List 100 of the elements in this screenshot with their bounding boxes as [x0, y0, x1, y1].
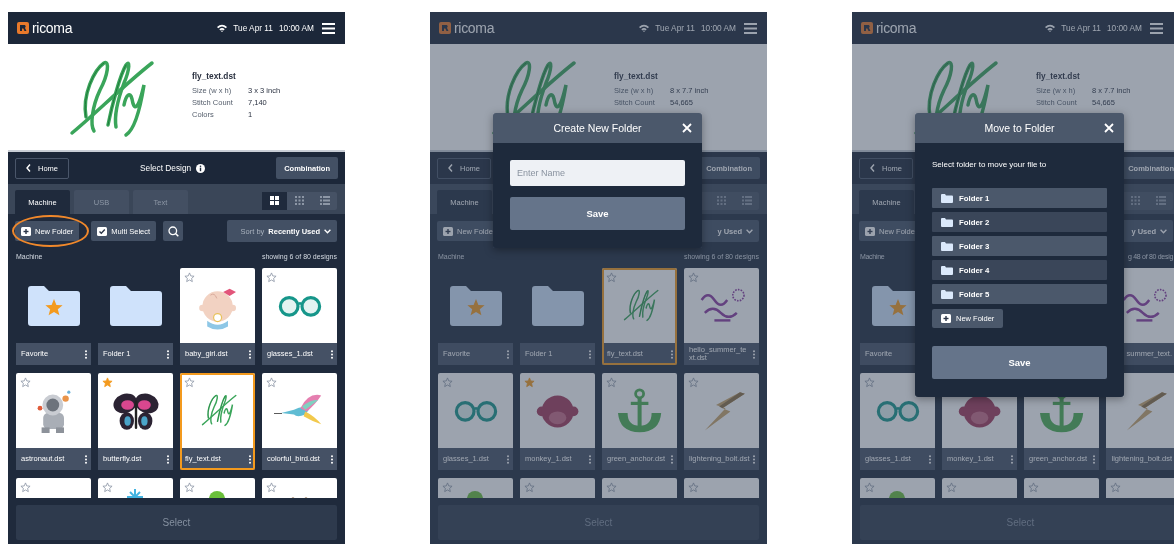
- star-icon[interactable]: [266, 377, 277, 388]
- more-options-icon[interactable]: [670, 349, 674, 359]
- more-options-icon[interactable]: [330, 454, 334, 464]
- search-button[interactable]: [163, 221, 184, 241]
- search-icon: [167, 225, 179, 237]
- file-name: fly_text.dst: [192, 71, 237, 81]
- name-field[interactable]: Enter Name: [510, 160, 685, 186]
- more-options-icon[interactable]: [330, 349, 334, 359]
- checklist-icon: [97, 226, 108, 236]
- list-icon: [741, 196, 752, 205]
- star-icon[interactable]: [102, 377, 113, 388]
- folder-icon: [941, 241, 953, 251]
- more-options-icon[interactable]: [588, 349, 592, 359]
- star-icon[interactable]: [20, 482, 31, 493]
- dialog-title: Move to Folder: [984, 122, 1055, 134]
- folder-icon: [941, 265, 953, 275]
- grid-icon: [717, 196, 726, 205]
- logo-icon: [17, 22, 29, 34]
- folder-plus-icon: [21, 226, 31, 236]
- star-icon[interactable]: [688, 377, 699, 388]
- save-button[interactable]: Save: [932, 346, 1107, 379]
- chevron-down-icon: [1160, 228, 1167, 234]
- star-icon[interactable]: [864, 482, 875, 493]
- folder-icon: [941, 289, 953, 299]
- more-options-icon[interactable]: [1092, 454, 1096, 464]
- star-icon[interactable]: [102, 482, 113, 493]
- info-icon[interactable]: [196, 163, 206, 173]
- chevron-left-icon: [448, 164, 453, 172]
- wifi-icon: [639, 24, 650, 32]
- chevron-down-icon: [324, 228, 331, 234]
- star-icon[interactable]: [688, 272, 699, 283]
- star-icon[interactable]: [606, 377, 617, 388]
- star-icon[interactable]: [524, 377, 535, 388]
- save-button[interactable]: Save: [510, 197, 685, 230]
- more-options-icon[interactable]: [248, 454, 252, 464]
- star-icon[interactable]: [524, 482, 535, 493]
- logo-text: ricoma: [32, 20, 73, 36]
- more-options-icon[interactable]: [928, 454, 932, 464]
- star-icon[interactable]: [606, 482, 617, 493]
- close-icon[interactable]: [1104, 123, 1114, 133]
- star-icon[interactable]: [20, 377, 31, 388]
- star-icon[interactable]: [1028, 482, 1039, 493]
- date-text: Tue Apr 11: [655, 23, 695, 33]
- folder-icon[interactable]: [109, 285, 162, 326]
- tiles-icon: [270, 196, 279, 205]
- chevron-down-icon: [746, 228, 753, 234]
- more-options-icon[interactable]: [84, 349, 88, 359]
- star-icon[interactable]: [606, 272, 617, 283]
- more-options-icon[interactable]: [248, 349, 252, 359]
- close-icon[interactable]: [682, 123, 692, 133]
- more-options-icon[interactable]: [166, 454, 170, 464]
- logo-text: ricoma: [454, 20, 495, 36]
- logo-icon: [439, 22, 451, 34]
- folder-plus-icon: [865, 226, 875, 236]
- list-icon: [1155, 196, 1166, 205]
- dialog-title: Create New Folder: [553, 122, 642, 134]
- file-name: fly_text.dst: [614, 71, 659, 81]
- star-icon[interactable]: [864, 377, 875, 388]
- more-options-icon[interactable]: [588, 454, 592, 464]
- folder-plus-icon: [443, 226, 453, 236]
- star-icon[interactable]: [946, 482, 957, 493]
- star-icon[interactable]: [442, 482, 453, 493]
- more-options-icon[interactable]: [84, 454, 88, 464]
- wifi-icon: [217, 24, 228, 32]
- folder-icon: [941, 193, 953, 203]
- list-icon: [319, 196, 330, 205]
- time-text: 10:00 AM: [1106, 23, 1142, 33]
- more-options-icon[interactable]: [1010, 454, 1014, 464]
- chevron-left-icon: [26, 164, 31, 172]
- folder-icon[interactable]: [27, 285, 80, 326]
- more-options-icon[interactable]: [670, 454, 674, 464]
- time-text: 10:00 AM: [700, 23, 736, 33]
- folder-icon: [941, 217, 953, 227]
- wifi-icon: [1045, 24, 1056, 32]
- folder-plus-icon: [941, 314, 951, 323]
- star-icon[interactable]: [184, 377, 195, 388]
- star-icon[interactable]: [266, 272, 277, 283]
- date-text: Tue Apr 11: [233, 23, 273, 33]
- file-name: fly_text.dst: [1036, 71, 1081, 81]
- time-text: 10:00 AM: [278, 23, 314, 33]
- star-icon[interactable]: [688, 482, 699, 493]
- grid-icon: [1131, 196, 1140, 205]
- grid-icon: [295, 196, 304, 205]
- more-options-icon[interactable]: [752, 349, 756, 359]
- star-icon[interactable]: [442, 377, 453, 388]
- more-options-icon[interactable]: [166, 349, 170, 359]
- dialog-prompt: Select folder to move your file to: [932, 160, 1048, 170]
- star-icon[interactable]: [1110, 482, 1121, 493]
- more-options-icon[interactable]: [752, 454, 756, 464]
- logo-icon: [861, 22, 873, 34]
- star-icon[interactable]: [184, 272, 195, 283]
- star-icon[interactable]: [266, 482, 277, 493]
- more-options-icon[interactable]: [506, 349, 510, 359]
- logo-text: ricoma: [876, 20, 917, 36]
- menu-icon[interactable]: [322, 22, 335, 34]
- star-icon[interactable]: [184, 482, 195, 493]
- view-button[interactable]: [262, 191, 287, 210]
- chevron-left-icon: [870, 164, 875, 172]
- more-options-icon[interactable]: [506, 454, 510, 464]
- screen-title: Select Design: [140, 163, 192, 173]
